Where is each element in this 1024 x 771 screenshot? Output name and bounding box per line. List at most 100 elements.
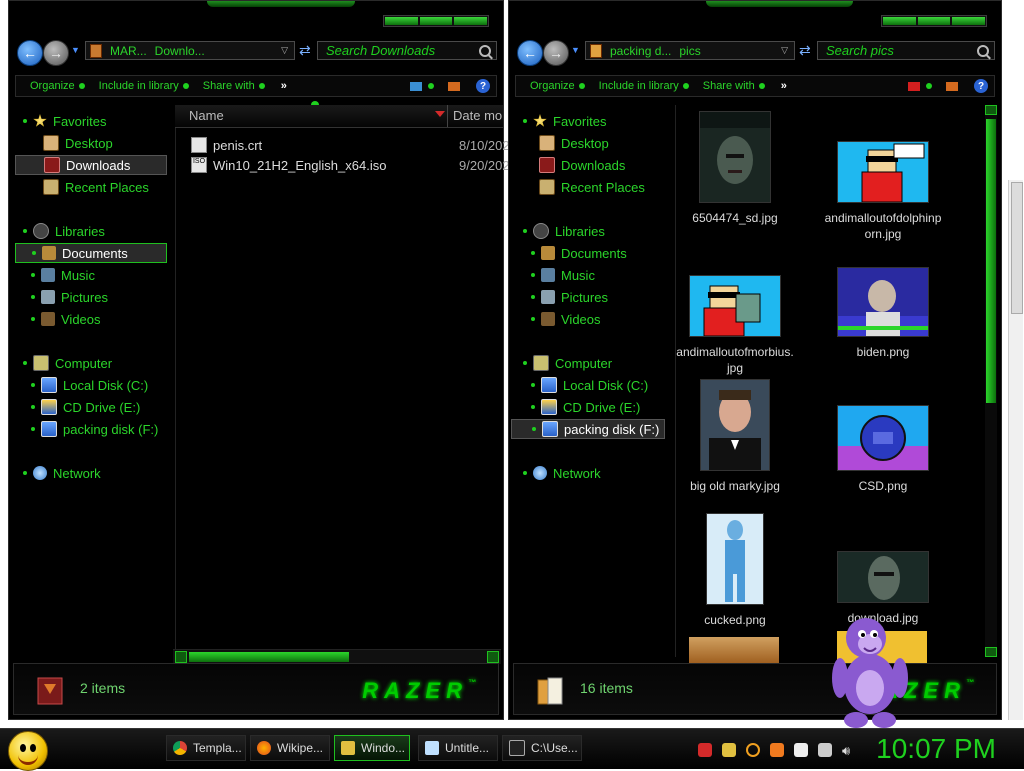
image-tile[interactable]: CSD.png xyxy=(823,405,943,494)
expand-bullet-icon[interactable] xyxy=(31,273,35,277)
file-row[interactable]: ISO Win10_21H2_English_x64.iso 9/20/202 xyxy=(191,155,510,175)
forward-button[interactable]: → xyxy=(43,40,69,66)
expand-bullet-icon[interactable] xyxy=(23,361,27,365)
expand-bullet-icon[interactable] xyxy=(31,405,35,409)
minimize-button[interactable] xyxy=(385,17,418,25)
expand-bullet-icon[interactable] xyxy=(31,383,35,387)
background-window-scrollbar[interactable] xyxy=(1008,180,1023,720)
tray-flag-icon[interactable] xyxy=(794,743,808,757)
scroll-right-arrow-icon[interactable] xyxy=(487,651,499,663)
expand-bullet-icon[interactable] xyxy=(532,427,536,431)
scroll-thumb[interactable] xyxy=(189,652,349,662)
expand-bullet-icon[interactable] xyxy=(531,251,535,255)
scroll-left-arrow-icon[interactable] xyxy=(175,651,187,663)
tray-antivirus-icon[interactable] xyxy=(698,743,712,757)
scroll-thumb[interactable] xyxy=(1011,182,1023,314)
nav-downloads[interactable]: Downloads xyxy=(15,155,167,175)
taskbar-button-firefox[interactable]: Wikipe... xyxy=(250,735,330,761)
chevron-down-icon[interactable]: ▽ xyxy=(281,45,288,56)
image-tile[interactable]: andimalloutofmorbius.jpg xyxy=(675,275,795,376)
maximize-button[interactable] xyxy=(917,17,951,25)
nav-favorites[interactable]: Favorites xyxy=(523,111,606,131)
pane-divider[interactable] xyxy=(175,105,176,657)
expand-bullet-icon[interactable] xyxy=(23,471,27,475)
expand-bullet-icon[interactable] xyxy=(531,383,535,387)
refresh-icon[interactable]: ⇄ xyxy=(299,42,311,59)
taskbar-button-explorer[interactable]: Windo... xyxy=(334,735,410,761)
more-commands-button[interactable]: » xyxy=(781,80,787,92)
nav-documents[interactable]: Documents xyxy=(531,243,627,263)
expand-bullet-icon[interactable] xyxy=(531,405,535,409)
horizontal-scrollbar[interactable] xyxy=(173,649,501,664)
dropdown-dot-icon[interactable] xyxy=(926,83,932,89)
expand-bullet-icon[interactable] xyxy=(531,295,535,299)
tray-search-icon[interactable] xyxy=(746,743,760,757)
taskbar-button-chrome[interactable]: Templa... xyxy=(166,735,246,761)
expand-bullet-icon[interactable] xyxy=(32,251,36,255)
forward-button[interactable]: → xyxy=(543,40,569,66)
nav-pictures[interactable]: Pictures xyxy=(531,287,608,307)
nav-documents[interactable]: Documents xyxy=(15,243,167,263)
recent-pages-dropdown-icon[interactable]: ▼ xyxy=(571,45,580,55)
change-view-icon[interactable] xyxy=(410,81,422,91)
organize-button[interactable]: Organize xyxy=(530,80,585,92)
window-controls[interactable] xyxy=(881,15,987,27)
expand-bullet-icon[interactable] xyxy=(523,229,527,233)
search-input[interactable]: Search pics xyxy=(817,41,995,60)
image-tile[interactable]: 6504474_sd.jpg xyxy=(675,111,795,226)
close-button[interactable] xyxy=(952,17,986,25)
expand-bullet-icon[interactable] xyxy=(523,361,527,365)
nav-cd-drive[interactable]: CD Drive (E:) xyxy=(31,397,140,417)
nav-music[interactable]: Music xyxy=(531,265,595,285)
maximize-button[interactable] xyxy=(419,17,453,25)
taskbar-button-notepad[interactable]: Untitle... xyxy=(418,735,498,761)
expand-bullet-icon[interactable] xyxy=(31,317,35,321)
taskbar-button-cmd[interactable]: C:\Use... xyxy=(502,735,582,761)
image-tile[interactable]: andimalloutofdolphinporn.jpg xyxy=(823,141,943,242)
close-button[interactable] xyxy=(454,17,488,25)
vertical-scrollbar[interactable] xyxy=(985,105,997,657)
nav-computer[interactable]: Computer xyxy=(523,353,612,373)
nav-videos[interactable]: Videos xyxy=(531,309,601,329)
change-view-icon[interactable] xyxy=(908,81,920,91)
breadcrumb-segment[interactable]: MAR... xyxy=(110,44,147,58)
nav-pictures[interactable]: Pictures xyxy=(31,287,108,307)
help-icon[interactable]: ? xyxy=(974,79,988,93)
search-icon[interactable] xyxy=(479,45,491,57)
nav-music[interactable]: Music xyxy=(31,265,95,285)
scroll-thumb[interactable] xyxy=(986,119,996,403)
address-bar[interactable]: MAR... Downlo... ▽ xyxy=(85,41,295,60)
scroll-down-arrow-icon[interactable] xyxy=(985,647,997,657)
tray-update-icon[interactable] xyxy=(770,743,784,757)
expand-bullet-icon[interactable] xyxy=(523,119,527,123)
help-icon[interactable]: ? xyxy=(476,79,490,93)
nav-network[interactable]: Network xyxy=(23,463,101,483)
nav-computer[interactable]: Computer xyxy=(23,353,112,373)
column-resize-handle[interactable] xyxy=(447,105,448,127)
nav-local-disk[interactable]: Local Disk (C:) xyxy=(531,375,648,395)
expand-bullet-icon[interactable] xyxy=(31,295,35,299)
image-tile[interactable]: big old marky.jpg xyxy=(675,379,795,494)
nav-libraries[interactable]: Libraries xyxy=(523,221,605,241)
include-in-library-button[interactable]: Include in library xyxy=(599,80,689,92)
nav-libraries[interactable]: Libraries xyxy=(23,221,105,241)
file-row[interactable]: penis.crt 8/10/202 xyxy=(191,135,510,155)
sort-arrow-icon[interactable] xyxy=(435,111,445,117)
breadcrumb-segment[interactable]: pics xyxy=(679,44,700,58)
taskbar-clock[interactable]: 10:07 PM xyxy=(876,733,996,765)
expand-bullet-icon[interactable] xyxy=(523,471,527,475)
volume-icon[interactable]: 🔊︎ xyxy=(842,743,856,758)
search-icon[interactable] xyxy=(977,45,989,57)
refresh-icon[interactable]: ⇄ xyxy=(799,42,811,59)
image-tile[interactable]: cucked.png xyxy=(675,513,795,628)
column-header-name[interactable]: Name xyxy=(189,108,224,123)
recent-pages-dropdown-icon[interactable]: ▼ xyxy=(71,45,80,55)
breadcrumb-segment[interactable]: Downlo... xyxy=(155,44,205,58)
minimize-button[interactable] xyxy=(883,17,916,25)
nav-downloads[interactable]: Downloads xyxy=(539,155,625,175)
nav-packing-disk[interactable]: packing disk (F:) xyxy=(31,419,158,439)
preview-pane-icon[interactable] xyxy=(448,81,460,91)
search-input[interactable]: Search Downloads xyxy=(317,41,497,60)
image-tile[interactable]: biden.png xyxy=(823,267,943,360)
start-button[interactable] xyxy=(8,731,48,771)
